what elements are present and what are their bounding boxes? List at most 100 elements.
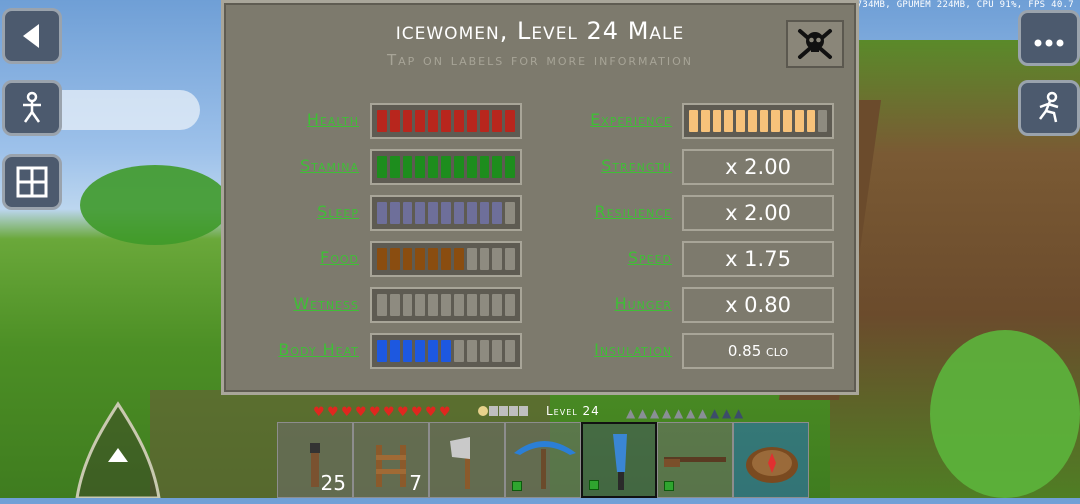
bar-segment (428, 248, 439, 270)
bar-segment (415, 202, 426, 224)
label-stamina[interactable]: Stamina (229, 156, 359, 175)
back-arrow-icon (23, 24, 39, 48)
label-insulation[interactable]: Insulation (542, 340, 672, 359)
bar-segment (747, 110, 757, 132)
label-body-heat[interactable]: Body Heat (229, 340, 359, 359)
bar-segment (377, 248, 387, 270)
bar-segment (402, 156, 413, 178)
bar-segment (453, 294, 464, 316)
label-resilience[interactable]: Resilience (542, 202, 672, 221)
bar-segment (505, 110, 515, 132)
suicide-button[interactable] (786, 20, 844, 68)
bar-segment (479, 340, 490, 362)
hotbar-slot-torch[interactable]: 25 (277, 422, 353, 498)
bar-segment (689, 110, 698, 132)
stamina-bar (370, 149, 522, 185)
bar-segment (466, 156, 477, 178)
heart-icon: ♥ (383, 405, 395, 420)
sneak-button[interactable] (1018, 80, 1080, 136)
insulation-pin-icon: ▲ (710, 406, 720, 420)
cloud (40, 90, 200, 130)
item-count: 25 (320, 471, 346, 495)
level-label: Level 24 (546, 404, 600, 418)
speed-value: x 1.75 (682, 241, 834, 277)
bar-segment (806, 110, 816, 132)
sleep-bar (370, 195, 522, 231)
label-health[interactable]: Health (229, 110, 359, 129)
bar-segment (441, 156, 451, 178)
bar-segment (402, 248, 413, 270)
bar-segment (441, 340, 451, 362)
heart-icon: ♥ (341, 405, 353, 420)
bar-segment (505, 202, 515, 224)
bar-segment (389, 156, 400, 178)
heart-icon: ♥ (397, 405, 409, 420)
panel-title: icewomen, Level 24 Male (395, 17, 685, 45)
hotbar-slot-pickaxe[interactable] (505, 422, 581, 498)
inventory-grid-button[interactable] (2, 154, 62, 210)
bar-segment (453, 156, 464, 178)
bar-segment (402, 294, 413, 316)
hotbar-slot-fence[interactable]: 7 (353, 422, 429, 498)
bar-segment (479, 248, 490, 270)
body-heat-bar (370, 333, 522, 369)
insulation-pin-icon: ▲ (638, 406, 648, 420)
bar-segment (377, 340, 387, 362)
label-speed[interactable]: Speed (542, 248, 672, 267)
ellipsis-icon (1034, 39, 1064, 47)
bar-segment (415, 156, 426, 178)
bar-segment (453, 340, 464, 362)
insulation-pin-icon: ▲ (734, 406, 744, 420)
bar-segment (771, 110, 780, 132)
bar-segment (441, 202, 451, 224)
label-wetness[interactable]: Wetness (229, 294, 359, 313)
bar-segment (453, 202, 464, 224)
durability-indicator (664, 481, 674, 491)
back-button[interactable] (2, 8, 62, 64)
strength-value: x 2.00 (682, 149, 834, 185)
bar-segment (505, 248, 515, 270)
bar-segment (377, 156, 387, 178)
bar-segment (783, 110, 792, 132)
food-bar (370, 241, 522, 277)
bar-segment (402, 340, 413, 362)
insulation-value: 0.85 clo (682, 333, 834, 369)
bar-segment (492, 340, 503, 362)
insulation-pin-icon: ▲ (662, 406, 672, 420)
label-hunger[interactable]: Hunger (542, 294, 672, 313)
hotbar-slot-machete[interactable] (581, 422, 657, 498)
move-forward-button[interactable] (75, 400, 161, 498)
bush (80, 165, 230, 245)
panel-subtitle: Tap on labels for more information (386, 51, 694, 69)
label-food[interactable]: Food (229, 248, 359, 267)
health-hearts: ♥ ♥ ♥ ♥ ♥ ♥ ♥ ♥ ♥ ♥ (313, 404, 451, 422)
hotbar-slot-axe[interactable] (429, 422, 505, 498)
bar-segment (389, 294, 400, 316)
hotbar-slot-compass[interactable] (733, 422, 809, 498)
resilience-value: x 2.00 (682, 195, 834, 231)
heart-icon: ♥ (425, 405, 437, 420)
heart-icon: ♥ (327, 405, 339, 420)
label-experience[interactable]: Experience (542, 110, 672, 129)
character-button[interactable] (2, 80, 62, 136)
label-sleep[interactable]: Sleep (229, 202, 359, 221)
bar-segment (389, 110, 400, 132)
person-icon (23, 91, 41, 123)
more-menu-button[interactable] (1018, 10, 1080, 66)
bar-segment (818, 110, 827, 132)
bar-segment (492, 110, 503, 132)
bar-segment (712, 110, 722, 132)
bush (930, 330, 1080, 498)
insulation-pin-icon: ▲ (626, 406, 636, 420)
bar-segment (415, 248, 426, 270)
bar-segment (415, 340, 426, 362)
experience-bar (682, 103, 834, 139)
bar-segment (389, 340, 400, 362)
heart-icon: ♥ (369, 405, 381, 420)
insulation-pin-icon: ▲ (674, 406, 684, 420)
durability-indicator (512, 481, 522, 491)
hotbar-slot-rifle[interactable] (657, 422, 733, 498)
bar-segment (377, 110, 387, 132)
bar-segment (700, 110, 710, 132)
label-strength[interactable]: Strength (542, 156, 672, 175)
